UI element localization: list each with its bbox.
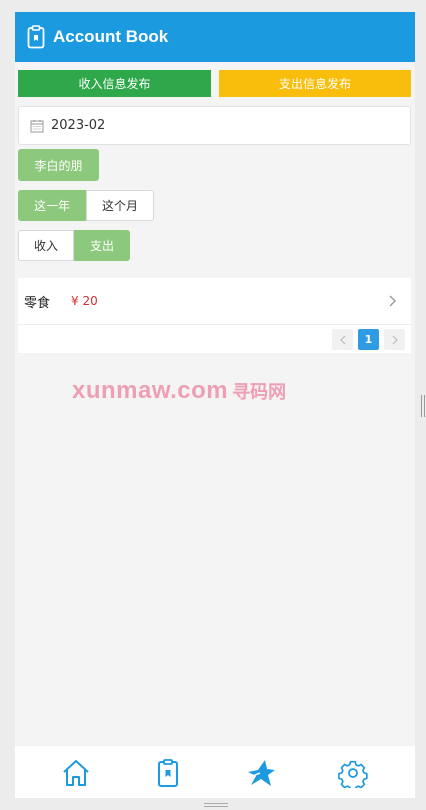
chevron-left-icon (339, 335, 345, 344)
prev-page-button[interactable] (332, 329, 353, 350)
tab-income[interactable]: 收入 (18, 230, 74, 261)
record-category: 零食 (24, 295, 51, 311)
tab-home[interactable] (60, 758, 92, 788)
type-tabs: 收入 支出 (18, 230, 130, 261)
resize-handle[interactable] (421, 395, 425, 417)
list-item[interactable]: 零食 ¥ 20 (18, 278, 411, 325)
tab-records[interactable] (152, 758, 184, 788)
bottom-drag-handle[interactable] (204, 803, 228, 807)
calendar-icon (30, 119, 44, 132)
income-publish-button[interactable]: 收入信息发布 (18, 70, 211, 97)
app-window: Account Book 收入信息发布 支出信息发布 2023-02 李白的朋 … (15, 12, 415, 798)
pagination: 1 (332, 329, 405, 350)
app-header: Account Book (15, 12, 415, 62)
chevron-right-icon (389, 295, 396, 307)
next-page-button[interactable] (384, 329, 405, 350)
app-title: Account Book (53, 27, 169, 46)
star-icon (248, 760, 275, 786)
period-tabs: 这一年 这个月 (18, 190, 154, 221)
tab-this-year[interactable]: 这一年 (18, 190, 86, 221)
publish-row: 收入信息发布 支出信息发布 (18, 70, 411, 97)
tab-favorites[interactable] (245, 758, 277, 788)
watermark: xunmaw.com 寻码网 (72, 377, 286, 405)
clipboard-icon (27, 25, 45, 49)
tab-expense[interactable]: 支出 (74, 230, 130, 261)
home-icon (63, 760, 89, 786)
date-picker-input[interactable]: 2023-02 (18, 106, 411, 145)
expense-publish-button[interactable]: 支出信息发布 (219, 70, 411, 97)
user-button[interactable]: 李白的朋 (18, 149, 99, 181)
date-value: 2023-02 (51, 118, 106, 133)
tab-settings[interactable] (337, 758, 369, 788)
record-amount: ¥ 20 (71, 294, 98, 308)
current-page[interactable]: 1 (358, 329, 379, 350)
clipboard-icon (158, 759, 178, 787)
tab-this-month[interactable]: 这个月 (86, 190, 154, 221)
watermark-text: xunmaw.com (72, 377, 229, 404)
settings-icon (338, 760, 368, 788)
bottom-tabbar (15, 746, 415, 798)
records-list: 零食 ¥ 20 1 (18, 278, 411, 353)
watermark-cn: 寻码网 (232, 382, 287, 402)
chevron-right-icon (392, 335, 398, 344)
